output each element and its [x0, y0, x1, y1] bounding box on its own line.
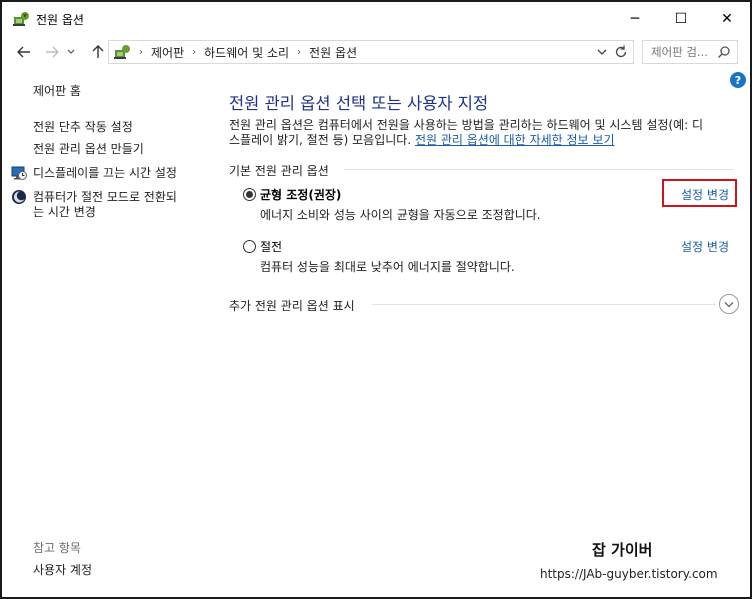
plan-power-saver-name[interactable]: 절전	[260, 238, 282, 255]
power-options-icon	[13, 12, 29, 26]
back-button[interactable]	[12, 40, 36, 64]
refresh-icon[interactable]	[613, 44, 629, 60]
watermark-title: 잡 가이버	[592, 541, 653, 559]
breadcrumb-separator-icon: ›	[297, 46, 302, 58]
expand-button[interactable]	[719, 294, 739, 314]
forward-button[interactable]	[40, 40, 64, 64]
plan-power-saver-change-settings-link[interactable]: 설정 변경	[681, 238, 729, 255]
user-accounts-link[interactable]: 사용자 계정	[33, 562, 92, 578]
power-button-settings-link[interactable]: 전원 단추 작동 설정	[33, 119, 133, 135]
breadcrumb-control-panel[interactable]: 제어판	[151, 44, 184, 61]
search-input[interactable]	[643, 41, 715, 63]
description-line2: 스플레이 밝기, 절전 등) 모음입니다. 전원 관리 옵션에 대한 자세한 정…	[229, 133, 749, 148]
breadcrumb-hardware-sound[interactable]: 하드웨어 및 소리	[204, 44, 289, 61]
page-description: 전원 관리 옵션은 컴퓨터에서 전원을 사용하는 방법을 관리하는 하드웨어 및…	[229, 118, 749, 148]
show-additional-plans-label[interactable]: 추가 전원 관리 옵션 표시	[229, 297, 355, 314]
close-icon: ✕	[721, 11, 733, 27]
preferred-plans-heading: 기본 전원 관리 옵션	[229, 164, 329, 178]
sleep-moon-icon	[12, 190, 26, 204]
watermark-url: https://JAb-guyber.tistory.com	[540, 567, 718, 581]
display-off-time-link[interactable]: 디스플레이를 끄는 시간 설정	[33, 165, 177, 181]
up-button[interactable]	[86, 40, 110, 64]
navigation-bar: › 제어판 › 하드웨어 및 소리 › 전원 옵션	[2, 36, 750, 68]
plan-balanced-description: 에너지 소비와 성능 사이의 균형을 자동으로 조정합니다.	[260, 208, 541, 222]
close-button[interactable]: ✕	[704, 2, 750, 36]
help-icon[interactable]: ?	[730, 72, 746, 88]
breadcrumb-power-options[interactable]: 전원 옵션	[309, 44, 357, 61]
chevron-down-icon	[67, 49, 75, 54]
power-options-window: 전원 옵션 ─ ☐ ✕ › 제어판 › 하드웨어 및 소리 › 전원 옵션 제어…	[0, 0, 752, 599]
control-panel-home-link[interactable]: 제어판 홈	[33, 83, 81, 99]
forward-arrow-icon	[46, 46, 59, 58]
plan-balanced-name[interactable]: 균형 조정(권장)	[260, 186, 341, 203]
minimize-icon: ─	[630, 11, 640, 27]
up-arrow-icon	[92, 45, 104, 58]
control-panel-icon	[114, 45, 130, 59]
display-timer-icon	[11, 166, 27, 180]
chevron-down-icon	[724, 301, 734, 307]
maximize-icon: ☐	[674, 11, 688, 27]
plan-balanced-radio[interactable]	[243, 188, 256, 201]
plan-power-saver-description: 컴퓨터 성능을 최대로 낮추어 에너지를 절약합니다.	[260, 260, 515, 274]
description-line2-text: 스플레이 밝기, 절전 등) 모음입니다.	[229, 133, 415, 147]
sleep-time-link-line1[interactable]: 컴퓨터가 절전 모드로 전환되	[33, 189, 177, 205]
breadcrumb-separator-icon: ›	[139, 46, 143, 58]
plan-balanced: 균형 조정(권장) 에너지 소비와 성능 사이의 균형을 자동으로 조정합니다.…	[243, 179, 737, 226]
title-bar: 전원 옵션 ─ ☐ ✕	[2, 2, 750, 36]
left-task-pane: 제어판 홈 전원 단추 작동 설정 전원 관리 옵션 만들기 디스플레이를 끄는…	[2, 68, 212, 597]
maximize-button[interactable]: ☐	[658, 2, 704, 36]
description-line1: 전원 관리 옵션은 컴퓨터에서 전원을 사용하는 방법을 관리하는 하드웨어 및…	[229, 118, 704, 132]
sleep-time-link-line2[interactable]: 는 시간 변경	[33, 204, 96, 220]
main-content: ? 전원 관리 옵션 선택 또는 사용자 지정 전원 관리 옵션은 컴퓨터에서 …	[212, 68, 750, 597]
search-icon	[718, 46, 730, 58]
window-title: 전원 옵션	[36, 13, 84, 27]
plan-power-saver-radio[interactable]	[243, 240, 256, 253]
plan-power-saver: 절전 컴퓨터 성능을 최대로 낮추어 에너지를 절약합니다. 설정 변경	[243, 238, 733, 278]
address-dropdown-icon[interactable]	[595, 45, 609, 59]
highlight-box	[662, 179, 737, 207]
back-arrow-icon	[17, 46, 30, 58]
page-title: 전원 관리 옵션 선택 또는 사용자 지정	[229, 94, 489, 113]
power-plan-info-link[interactable]: 전원 관리 옵션에 대한 자세한 정보 보기	[415, 133, 615, 147]
recent-locations-button[interactable]	[64, 40, 78, 64]
create-power-plan-link[interactable]: 전원 관리 옵션 만들기	[33, 141, 144, 157]
group-divider	[344, 169, 734, 170]
breadcrumb-separator-icon: ›	[192, 46, 197, 58]
address-bar[interactable]: › 제어판 › 하드웨어 및 소리 › 전원 옵션	[108, 40, 634, 64]
see-also-heading: 참고 항목	[33, 541, 81, 555]
search-box[interactable]	[642, 40, 738, 64]
expander-divider	[372, 304, 716, 305]
minimize-button[interactable]: ─	[612, 2, 658, 36]
